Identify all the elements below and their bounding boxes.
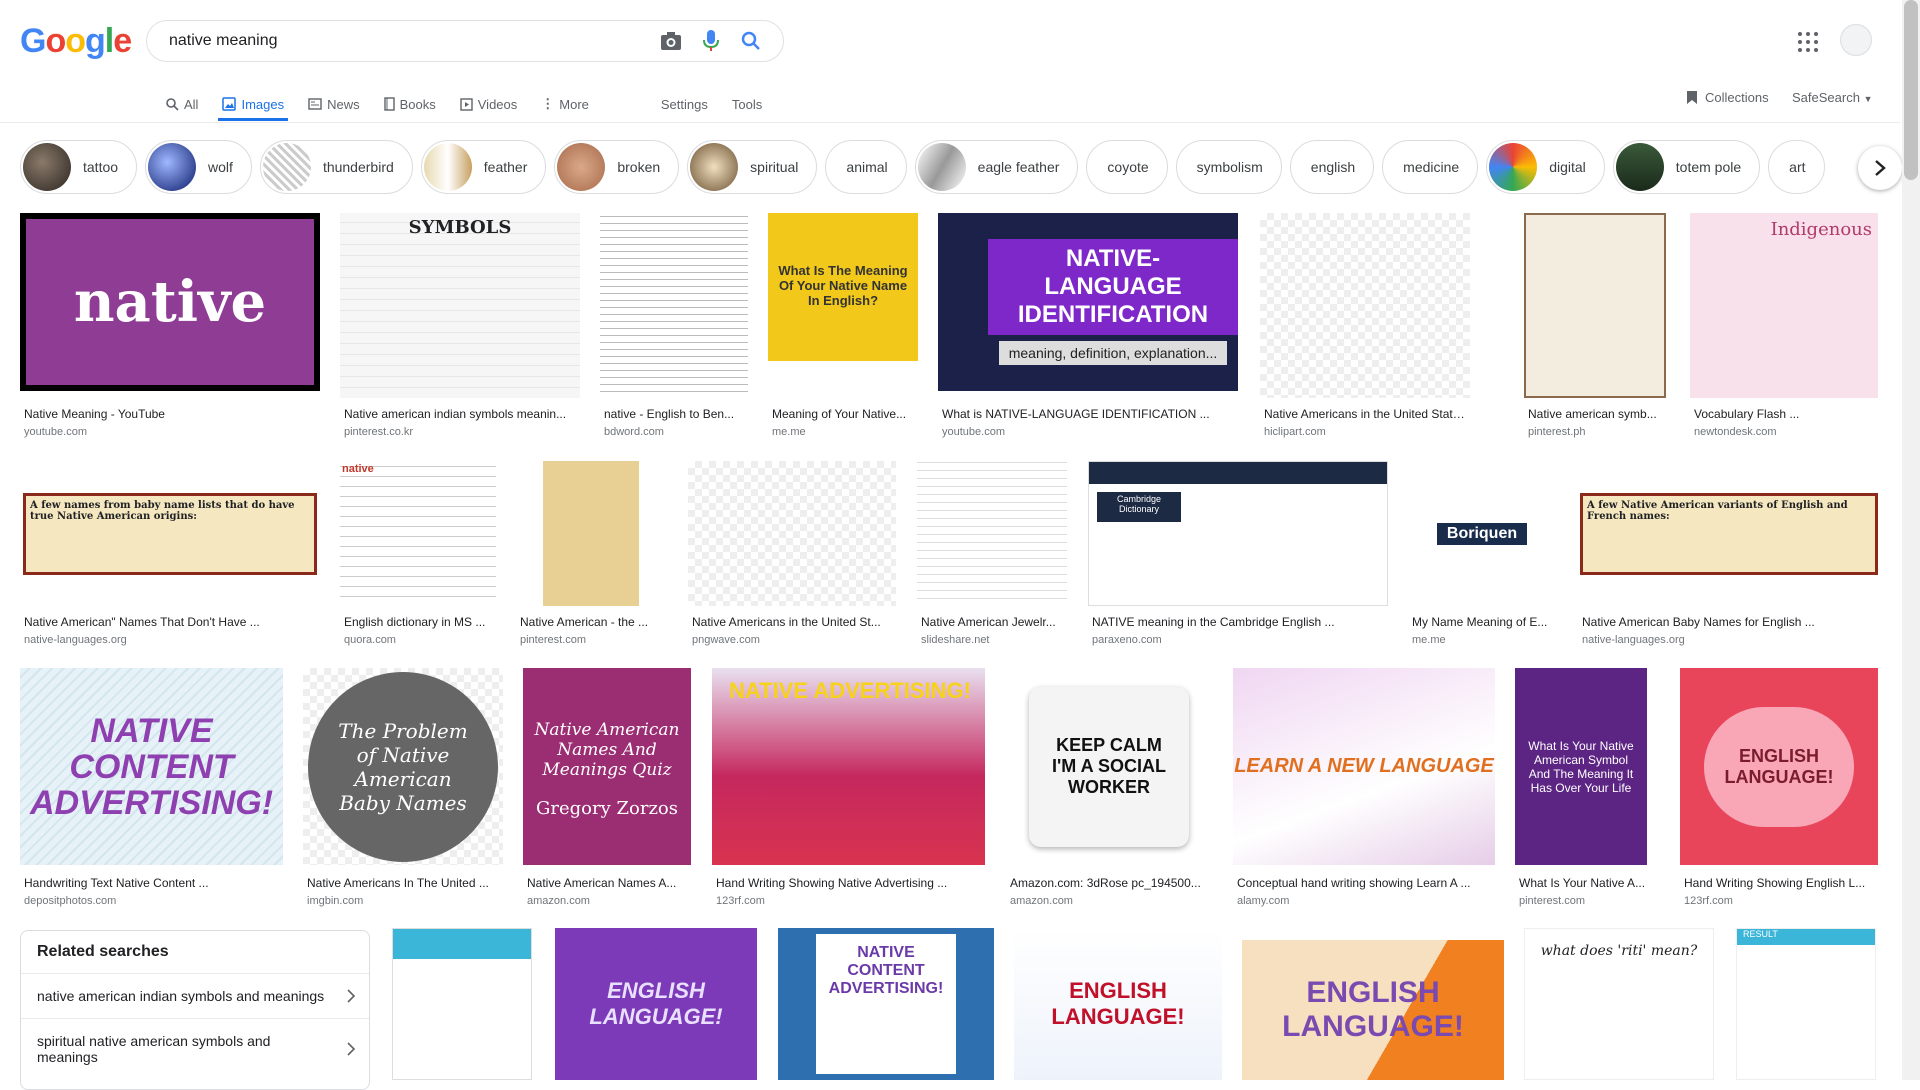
result-image: What Is Your Native American Symbol And … <box>1515 668 1647 865</box>
result-image: native <box>20 213 320 391</box>
header-divider <box>0 122 1900 123</box>
collections-link[interactable]: Collections <box>1686 90 1769 105</box>
chip[interactable]: eagle feather <box>914 140 1079 194</box>
related-searches: Related searches native american indian … <box>20 930 370 1090</box>
chevron-right-icon <box>347 1042 355 1056</box>
chip[interactable]: english <box>1289 140 1375 194</box>
search-icon[interactable] <box>739 29 763 53</box>
chips-next-button[interactable] <box>1858 146 1902 190</box>
result-image: ENGLISH LANGUAGE! <box>1242 940 1504 1080</box>
related-search-item[interactable]: native american indian symbols and meani… <box>21 973 369 1018</box>
chip[interactable]: digital <box>1486 140 1605 194</box>
chip-thumbnail <box>557 143 606 191</box>
image-icon <box>222 97 237 111</box>
result-image: LEARN A NEW LANGUAGE <box>1233 668 1495 865</box>
chip-thumbnail <box>23 143 71 191</box>
chip[interactable]: feather <box>420 140 547 194</box>
chip-thumbnail <box>262 143 311 191</box>
result-image: KEEP CALM I'M A SOCIAL WORKER <box>1006 668 1212 865</box>
caret-down-icon: ▼ <box>1863 94 1873 104</box>
settings-link[interactable]: Settings <box>661 88 708 120</box>
chip[interactable]: animal <box>825 140 907 194</box>
chip[interactable]: spiritual <box>687 140 818 194</box>
result-image: Cambridge Dictionary <box>1088 461 1388 606</box>
video-icon <box>460 97 473 111</box>
tab-videos[interactable]: Videos <box>460 88 517 120</box>
chip-thumbnail <box>690 143 739 191</box>
chevron-right-icon <box>347 989 355 1003</box>
result-image: SYMBOLS <box>340 213 580 398</box>
google-logo[interactable]: Google <box>20 22 132 61</box>
result-image <box>1260 213 1470 398</box>
tab-books[interactable]: Books <box>383 88 436 120</box>
result-image: what does 'riti' mean? <box>1524 928 1714 1080</box>
scrollbar-thumb[interactable] <box>1904 0 1918 180</box>
chip[interactable]: medicine <box>1382 140 1479 194</box>
apps-grid-icon[interactable] <box>1798 32 1818 52</box>
result-image: NATIVE ADVERTISING! <box>712 668 985 865</box>
chip[interactable]: broken <box>554 140 680 194</box>
chip[interactable]: tattoo <box>20 140 138 194</box>
search-icon <box>166 97 179 111</box>
result-image: What Is The Meaning Of Your Native Name … <box>768 213 918 398</box>
result-image: NATIVE CONTENT ADVERTISING! <box>778 928 994 1080</box>
result-image: A few names from baby name lists that do… <box>20 461 320 606</box>
news-icon <box>308 98 322 110</box>
result-image: ENGLISH LANGUAGE! <box>555 928 757 1080</box>
result-image: Native American Names And Meanings Quiz … <box>523 668 691 865</box>
more-vert-icon: ⋮ <box>541 96 555 111</box>
tab-all[interactable]: All <box>166 88 198 120</box>
result-image <box>688 461 896 606</box>
result-image: Indigenous <box>1690 213 1878 398</box>
result-image: ENGLISH LANGUAGE! <box>1014 928 1222 1080</box>
result-image: ENGLISH LANGUAGE! <box>1680 668 1878 865</box>
result-image: RESULT <box>1736 928 1876 1080</box>
result-image <box>600 213 748 398</box>
result-image <box>1524 213 1666 398</box>
tab-more[interactable]: ⋮ More <box>541 88 589 120</box>
result-image: NATIVE-LANGUAGE IDENTIFICATION meaning, … <box>938 213 1238 391</box>
chip[interactable]: symbolism <box>1175 140 1282 194</box>
chip[interactable]: totem pole <box>1612 140 1761 194</box>
result-image <box>392 928 532 1080</box>
search-input[interactable] <box>167 31 651 51</box>
chip-thumbnail <box>917 143 966 191</box>
result-image: Boriquen <box>1408 461 1556 606</box>
chip-thumbnail <box>148 143 197 191</box>
result-image <box>917 461 1067 606</box>
chip-thumbnail <box>423 143 472 191</box>
result-image: NATIVE CONTENT ADVERTISING! <box>20 668 283 865</box>
chip-thumbnail <box>1615 143 1664 191</box>
tools-link[interactable]: Tools <box>732 88 762 120</box>
chip[interactable]: coyote <box>1086 140 1168 194</box>
book-icon <box>383 97 395 111</box>
chip[interactable]: art <box>1768 140 1825 194</box>
bookmark-icon <box>1687 91 1697 104</box>
related-heading: Related searches <box>37 943 169 960</box>
result-image: native <box>340 461 496 606</box>
search-box[interactable] <box>146 20 784 62</box>
related-search-item[interactable]: spiritual native american symbols and me… <box>21 1018 369 1079</box>
search-tabs: All Images News Books Videos ⋮ More Sett… <box>166 88 786 121</box>
account-avatar[interactable] <box>1840 24 1872 56</box>
camera-icon[interactable] <box>659 29 683 53</box>
chip-thumbnail <box>1489 143 1538 191</box>
related-chips: tattoo wolf thunderbird feather broken s… <box>20 140 1833 196</box>
tab-news[interactable]: News <box>308 88 360 120</box>
result-image: A few Native American variants of Englis… <box>1578 461 1880 606</box>
tab-images[interactable]: Images <box>218 88 288 121</box>
result-image <box>516 461 666 606</box>
chip[interactable]: wolf <box>145 140 252 194</box>
safesearch-dropdown[interactable]: SafeSearch ▼ <box>1792 90 1872 105</box>
microphone-icon[interactable] <box>699 29 723 53</box>
chip[interactable]: thunderbird <box>259 140 413 194</box>
chevron-right-icon <box>1875 160 1886 176</box>
result-image: The Problem of Native American Baby Name… <box>303 668 503 865</box>
